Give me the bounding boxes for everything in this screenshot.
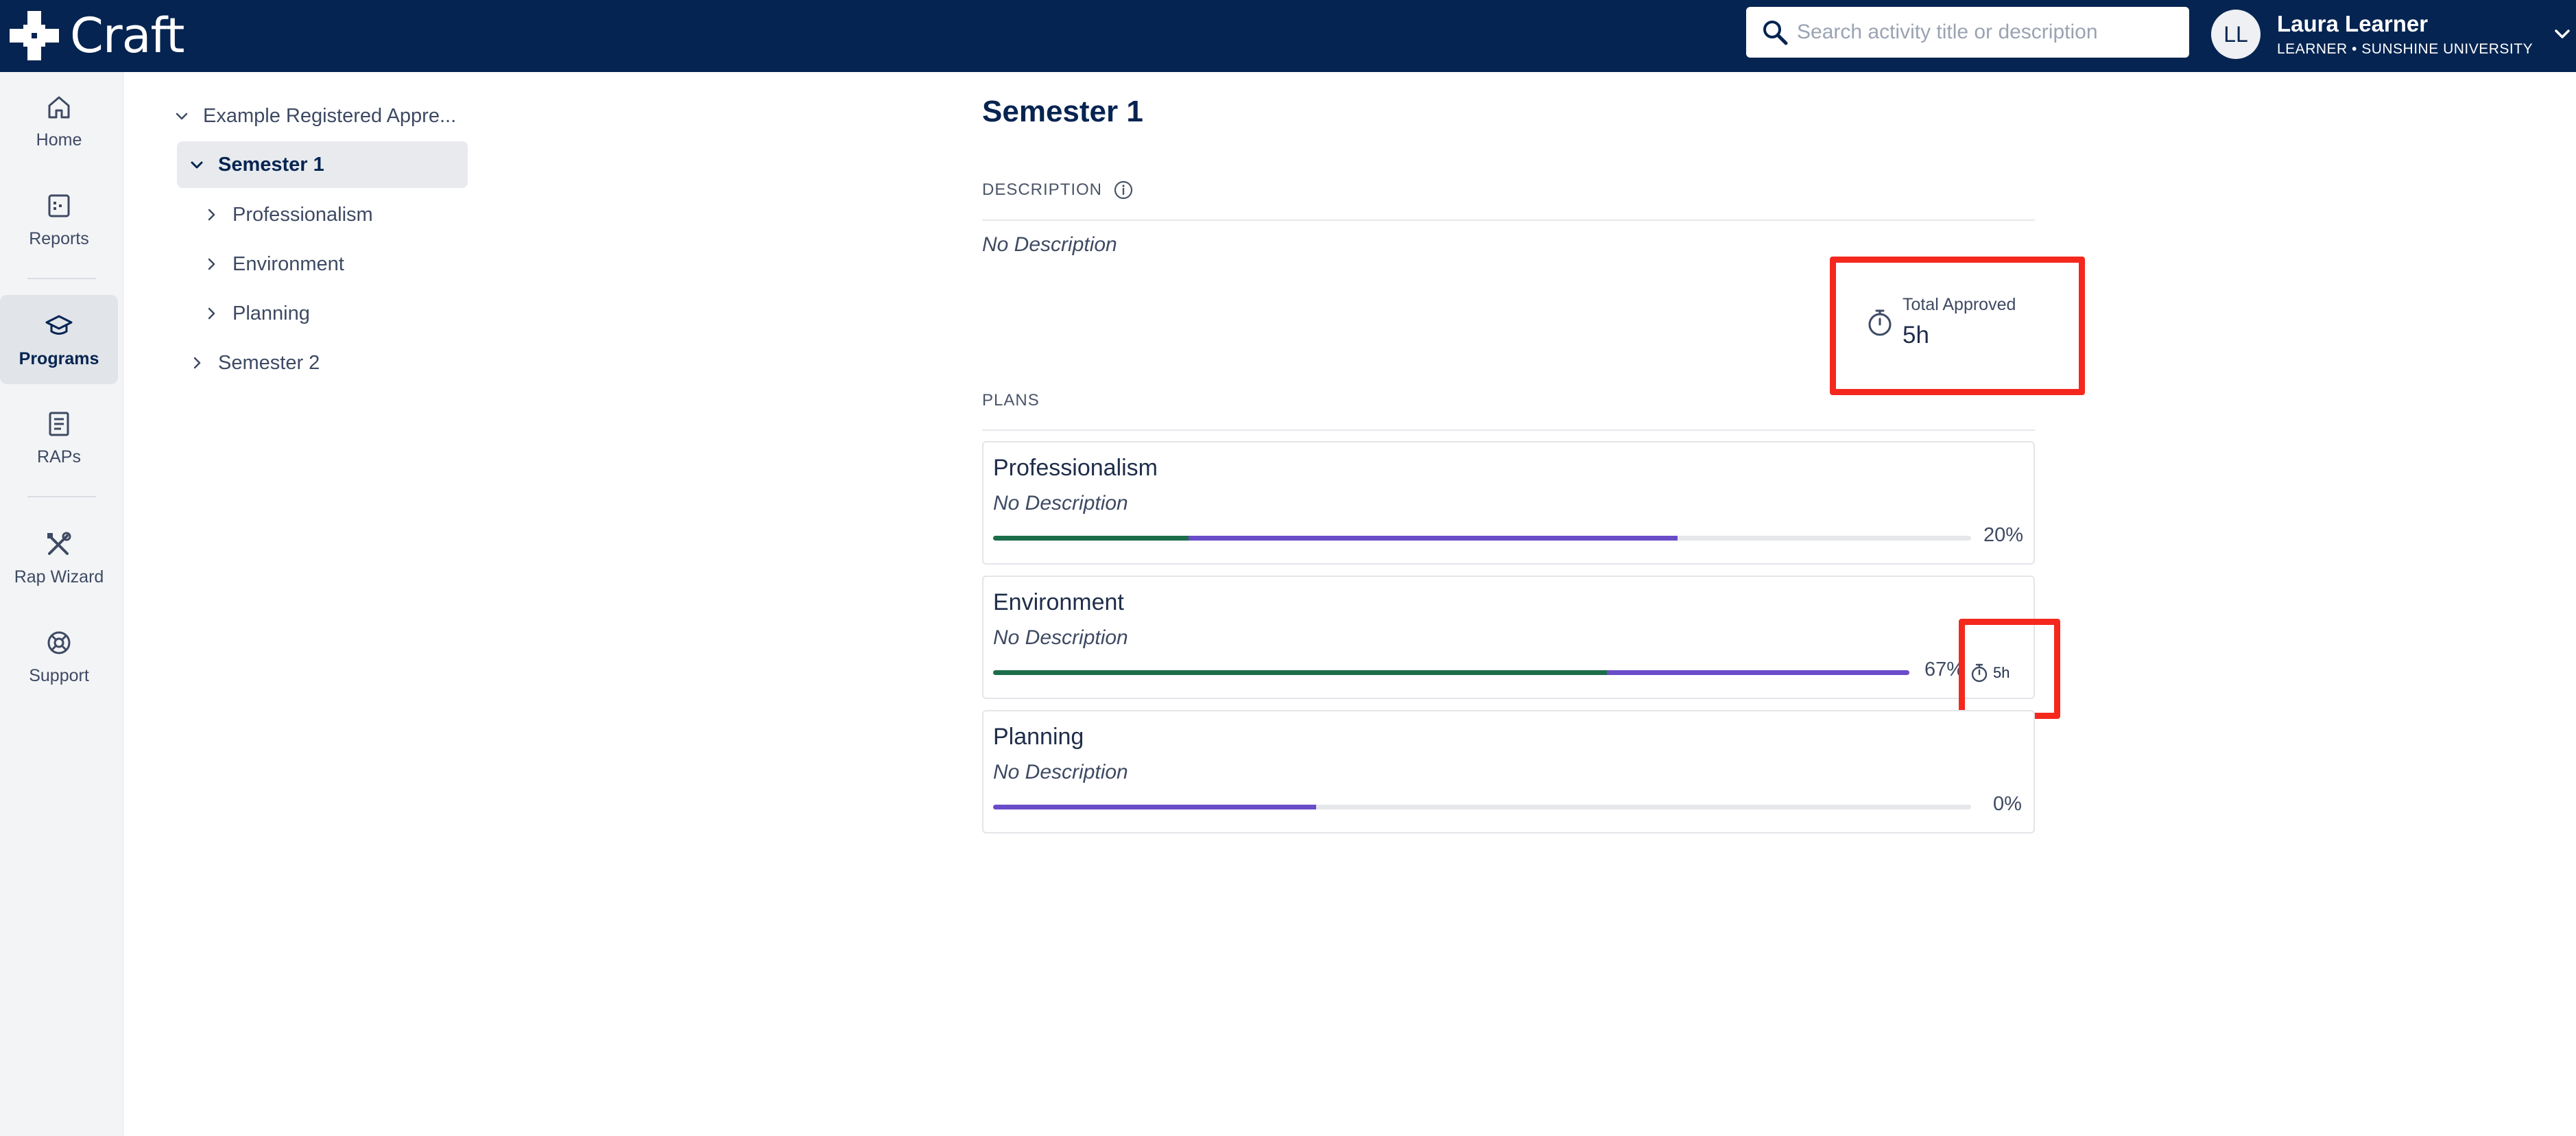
tree-label-semester-1: Semester 1	[218, 153, 324, 176]
nav-label-raps: RAPs	[37, 447, 81, 466]
nav-item-programs[interactable]: Programs	[0, 295, 118, 384]
nav-divider	[27, 278, 96, 279]
progress-bar	[993, 805, 1971, 809]
tree-label-semester-2: Semester 2	[218, 351, 320, 374]
tree-item-semester-2[interactable]: Semester 2	[189, 340, 320, 386]
chevron-right-icon[interactable]	[204, 207, 219, 222]
progress-pending	[1607, 670, 1909, 675]
info-icon[interactable]	[1113, 180, 1134, 200]
search-input[interactable]	[1797, 21, 2181, 44]
tree-label-environment: Environment	[232, 252, 344, 275]
chevron-down-icon[interactable]	[189, 157, 204, 172]
plan-description: No Description	[993, 626, 1128, 649]
nav-item-reports[interactable]: Reports	[0, 175, 118, 264]
graduation-cap-icon	[45, 315, 73, 335]
highlight-box	[1959, 619, 2060, 719]
progress-bar	[993, 536, 1971, 541]
plan-description: No Description	[993, 761, 1128, 783]
document-icon	[49, 412, 69, 436]
craft-logo-mark-icon	[10, 11, 59, 60]
chevron-right-icon[interactable]	[204, 257, 219, 272]
tree-item-professionalism[interactable]: Professionalism	[204, 191, 373, 238]
tools-icon	[47, 532, 71, 555]
user-name: Laura Learner	[2277, 11, 2429, 36]
plan-card-professionalism[interactable]: Professionalism No Description 20%	[982, 441, 2035, 565]
tree-label-professionalism: Professionalism	[232, 203, 373, 226]
app-name: Craft	[70, 8, 184, 64]
plan-card-environment[interactable]: Environment No Description 67% 5h	[982, 576, 2035, 699]
nav-item-support[interactable]: Support	[0, 612, 118, 701]
nav-divider	[27, 496, 96, 497]
plan-title: Environment	[993, 589, 1124, 615]
chevron-down-icon[interactable]	[174, 108, 189, 123]
search-icon	[1763, 21, 1788, 45]
nav-item-home[interactable]: Home	[0, 76, 118, 165]
progress-bar	[993, 670, 1909, 675]
highlight-box	[1830, 257, 2085, 395]
chevron-right-icon[interactable]	[189, 355, 204, 370]
progress-percent: 0%	[1993, 793, 2022, 815]
user-info: Laura Learner LEARNER • SUNSHINE UNIVERS…	[2277, 11, 2533, 58]
divider	[982, 220, 2035, 221]
description-label: DESCRIPTION	[982, 180, 1103, 199]
nav-label-home: Home	[36, 130, 82, 150]
reports-icon	[48, 194, 70, 217]
nav-label-reports: Reports	[29, 228, 89, 248]
user-role: LEARNER • SUNSHINE UNIVERSITY	[2277, 41, 2533, 57]
page-title: Semester 1	[982, 95, 1143, 128]
avatar[interactable]: LL	[2211, 10, 2261, 59]
chevron-down-icon[interactable]	[2552, 24, 2573, 45]
tree-item-environment[interactable]: Environment	[204, 241, 344, 287]
craft-logo[interactable]: Craft	[7, 8, 184, 64]
tree-item-planning[interactable]: Planning	[204, 290, 310, 337]
search-box[interactable]	[1746, 7, 2189, 58]
divider	[982, 429, 2035, 431]
plan-title: Planning	[993, 724, 1084, 750]
nav-label-support: Support	[29, 665, 89, 685]
tree-label-root: Example Registered Appre...	[203, 104, 457, 127]
tree-item-root[interactable]: Example Registered Appre...	[174, 93, 456, 139]
lifebuoy-icon	[47, 631, 71, 654]
description-section-label: DESCRIPTION	[982, 180, 1134, 200]
description-text: No Description	[982, 233, 1117, 256]
plans-section-label: PLANS	[982, 391, 1040, 410]
nav-item-rap-wizard[interactable]: Rap Wizard	[0, 513, 118, 602]
plan-card-planning[interactable]: Planning No Description 0%	[982, 710, 2035, 833]
progress-pending	[1189, 536, 1678, 541]
plan-description: No Description	[993, 492, 1128, 514]
chevron-right-icon[interactable]	[204, 306, 219, 321]
progress-approved	[993, 670, 1608, 675]
progress-approved	[993, 536, 1189, 541]
progress-percent: 20%	[1983, 524, 2024, 546]
tree-label-planning: Planning	[232, 302, 310, 324]
nav-label-programs: Programs	[19, 348, 99, 368]
progress-pending	[993, 805, 1316, 809]
nav-item-raps[interactable]: RAPs	[0, 393, 118, 482]
nav-label-rap-wizard: Rap Wizard	[14, 567, 104, 587]
left-nav: Home Reports Programs RAPs Rap Wizard Su…	[0, 72, 123, 1136]
user-menu[interactable]: LL Laura Learner LEARNER • SUNSHINE UNIV…	[2211, 7, 2573, 62]
tree-item-semester-1[interactable]: Semester 1	[177, 141, 468, 188]
home-icon	[48, 96, 70, 118]
plan-title: Professionalism	[993, 455, 1158, 481]
top-bar: Craft LL Laura Learner LEARNER • SUNSHIN…	[0, 0, 2576, 72]
